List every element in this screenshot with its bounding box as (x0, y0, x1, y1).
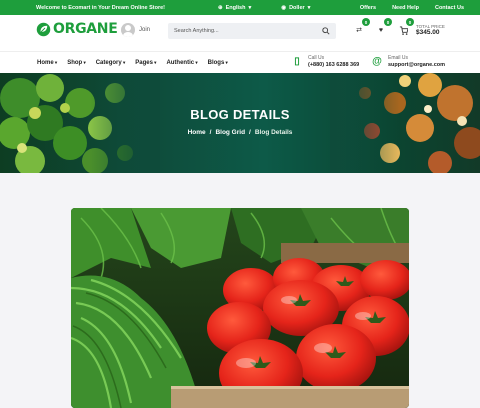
page-banner: BLOG DETAILS Home / Blog Grid / Blog Details (0, 73, 480, 173)
top-bar-selectors: ⊕ English ▾ ◉ Doller ▾ (218, 5, 310, 11)
page-title: BLOG DETAILS (190, 107, 290, 122)
site-logo[interactable]: ORGANE (36, 21, 118, 37)
cart-button[interactable]: 0 (398, 18, 414, 35)
tomatoes-photo (71, 208, 409, 408)
breadcrumb: Home / Blog Grid / Blog Details (187, 129, 293, 136)
banner-produce-image (0, 73, 480, 173)
nav-item-home[interactable]: Home (37, 60, 57, 66)
breadcrumb-home[interactable]: Home (188, 129, 206, 136)
call-us[interactable]: ▯ Call Us (+880) 163 6288 369 (292, 55, 359, 69)
cart-icon (399, 25, 408, 35)
user-avatar-icon (121, 23, 135, 37)
phone-icon: ▯ (294, 56, 300, 68)
email-icon: @ (372, 56, 382, 68)
wishlist-button[interactable]: ♥ 0 (376, 18, 392, 35)
nav-item-shop[interactable]: Shop (67, 60, 86, 66)
blog-featured-image (71, 208, 409, 408)
nav-item-pages[interactable]: Pages (135, 60, 156, 66)
cart-total[interactable]: TOTAL PRICE $345.00 (416, 24, 445, 37)
email-us[interactable]: @ Email Us support@organe.com (372, 55, 445, 69)
wishlist-count-badge: 0 (384, 18, 392, 26)
call-label: Call Us (308, 55, 325, 61)
header-actions: ⇄ 0 ♥ 0 0 (354, 18, 414, 35)
cart-count-badge: 0 (406, 18, 414, 26)
nav-menu: Home Shop Category Pages Authentic Blogs (37, 60, 228, 66)
nav-item-blogs[interactable]: Blogs (208, 60, 228, 66)
welcome-text: Welcome to Ecomart in Your Dream Online … (36, 4, 165, 11)
logo-text: ORGANE (53, 21, 118, 37)
email-address: support@organe.com (388, 61, 446, 68)
globe-icon: ⊕ (218, 4, 223, 11)
nav-item-category[interactable]: Category (96, 60, 126, 66)
currency-select[interactable]: ◉ Doller ▾ (281, 5, 310, 11)
link-need-help[interactable]: Need Help (392, 5, 419, 11)
compare-button[interactable]: ⇄ 0 (354, 18, 370, 35)
email-label: Email Us (388, 55, 409, 61)
compare-count-badge: 0 (362, 18, 370, 26)
join-label: Join (139, 27, 151, 33)
breadcrumb-current: Blog Details (254, 129, 293, 136)
leaf-logo-icon (36, 22, 51, 36)
nav-item-authentic[interactable]: Authentic (166, 60, 197, 66)
total-price-value: $345.00 (416, 29, 440, 37)
main-nav: Home Shop Category Pages Authentic Blogs… (0, 51, 480, 73)
site-header: ORGANE Join Search Anything... ⇄ 0 ♥ 0 0… (0, 15, 480, 51)
top-bar-links: Offers Need Help Contact Us (360, 5, 464, 11)
search-placeholder: Search Anything... (174, 28, 219, 34)
join-link[interactable]: Join (121, 23, 150, 37)
currency-icon: ◉ (281, 4, 287, 11)
heart-icon: ♥ (378, 26, 384, 34)
search-input[interactable]: Search Anything... (168, 23, 336, 39)
language-select[interactable]: ⊕ English ▾ (218, 5, 251, 11)
compare-icon: ⇄ (356, 27, 362, 34)
top-bar: Welcome to Ecomart in Your Dream Online … (0, 0, 480, 15)
breadcrumb-blog-grid[interactable]: Blog Grid (215, 129, 245, 136)
link-contact-us[interactable]: Contact Us (435, 5, 464, 11)
search-icon[interactable] (322, 27, 330, 35)
link-offers[interactable]: Offers (360, 5, 376, 11)
call-number: (+880) 163 6288 369 (308, 61, 360, 68)
